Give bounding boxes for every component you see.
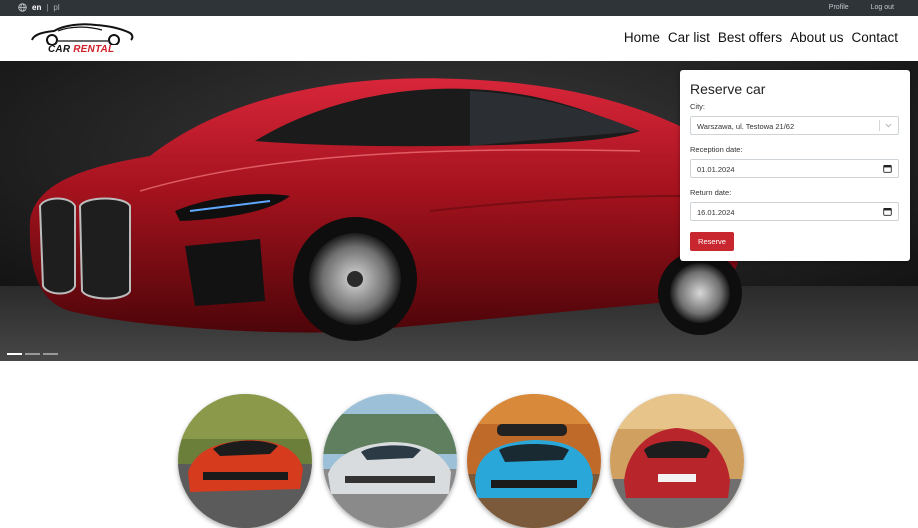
top-bar: en | pl Profile Log out [0, 0, 918, 16]
logo-word-rental: RENTAL [73, 44, 115, 55]
language-switcher: en | pl [18, 3, 60, 12]
lang-separator: | [46, 3, 49, 12]
return-date-input[interactable]: 16.01.2024 [690, 202, 899, 221]
orange-sports-car-photo [178, 394, 312, 528]
main-nav: Home Car list Best offers About us Conta… [624, 30, 898, 45]
carousel-indicator-1[interactable] [7, 353, 22, 355]
return-date-value: 16.01.2024 [697, 208, 735, 217]
nav-car-list[interactable]: Car list [668, 30, 710, 45]
select-divider [879, 120, 880, 131]
reception-date-value: 01.01.2024 [697, 165, 735, 174]
city-value: Warszawa, ul. Testowa 21/62 [697, 122, 795, 131]
lang-en-link[interactable]: en [32, 3, 41, 12]
nav-contact[interactable]: Contact [851, 30, 898, 45]
globe-icon [18, 3, 27, 12]
red-hatchback-photo [610, 394, 744, 528]
nav-home[interactable]: Home [624, 30, 660, 45]
logo-text: CAR RENTAL [48, 44, 114, 55]
calendar-icon[interactable] [883, 207, 892, 216]
reception-date-input[interactable]: 01.01.2024 [690, 159, 899, 178]
featured-car-4[interactable] [610, 394, 744, 528]
featured-car-2[interactable] [323, 394, 457, 528]
nav-about-us[interactable]: About us [790, 30, 843, 45]
profile-link[interactable]: Profile [829, 4, 849, 11]
reserve-button[interactable]: Reserve [690, 232, 734, 251]
lang-pl-link[interactable]: pl [53, 3, 59, 12]
city-label: City: [690, 102, 705, 111]
account-links: Profile Log out [829, 4, 894, 11]
white-sedan-photo [323, 394, 457, 528]
carousel-indicator-3[interactable] [43, 353, 58, 355]
car-logo-icon [31, 23, 134, 46]
logo-word-car: CAR [48, 44, 71, 55]
site-header: CAR RENTAL Home Car list Best offers Abo… [0, 16, 918, 61]
reception-date-label: Reception date: [690, 145, 743, 154]
carousel-indicators [7, 353, 58, 355]
reserve-car-form: Reserve car City: Warszawa, ul. Testowa … [680, 70, 910, 261]
return-date-label: Return date: [690, 188, 732, 197]
carousel-indicator-2[interactable] [25, 353, 40, 355]
chevron-down-icon [885, 123, 892, 128]
nav-best-offers[interactable]: Best offers [718, 30, 782, 45]
calendar-icon[interactable] [883, 164, 892, 173]
featured-car-3[interactable] [467, 394, 601, 528]
reserve-title: Reserve car [690, 81, 766, 97]
city-select[interactable]: Warszawa, ul. Testowa 21/62 [690, 116, 899, 135]
featured-cars [178, 394, 748, 528]
featured-car-1[interactable] [178, 394, 312, 528]
logout-link[interactable]: Log out [871, 4, 894, 11]
site-logo[interactable]: CAR RENTAL [30, 21, 135, 57]
blue-suv-photo [467, 394, 601, 528]
